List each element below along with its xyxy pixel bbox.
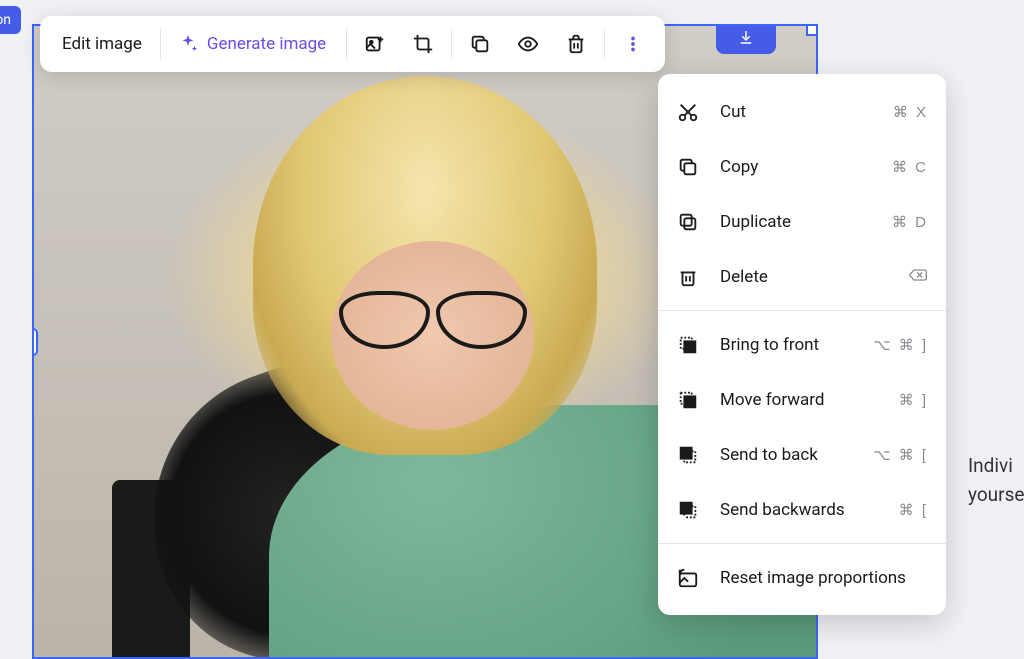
image-add-button[interactable] [353, 22, 397, 66]
send-backwards-icon [676, 498, 700, 522]
copy-icon [676, 155, 700, 179]
menu-copy[interactable]: Copy ⌘ C [658, 139, 946, 194]
menu-label: Copy [720, 157, 872, 177]
generate-image-button[interactable]: Generate image [167, 33, 340, 55]
menu-label: Send backwards [720, 500, 879, 520]
delete-button[interactable] [554, 22, 598, 66]
align-button[interactable] [716, 24, 776, 54]
menu-delete[interactable]: Delete [658, 249, 946, 304]
visibility-button[interactable] [506, 22, 550, 66]
menu-bring-to-front[interactable]: Bring to front ⌥ ⌘ ] [658, 317, 946, 372]
menu-shortcut: ⌘ D [892, 213, 928, 231]
background-text-line: yourself. [968, 481, 1024, 510]
menu-send-backwards[interactable]: Send backwards ⌘ [ [658, 482, 946, 537]
menu-label: Duplicate [720, 212, 872, 232]
edit-image-button[interactable]: Edit image [50, 34, 154, 54]
context-menu: Cut ⌘ X Copy ⌘ C Duplicate ⌘ D [658, 74, 946, 615]
resize-handle-left[interactable] [32, 328, 38, 356]
toolbar-divider [451, 29, 452, 59]
menu-move-forward[interactable]: Move forward ⌘ ] [658, 372, 946, 427]
generate-image-label: Generate image [207, 34, 326, 54]
background-text-line: Indivi [968, 452, 1024, 481]
toolbar-divider [604, 29, 605, 59]
reset-icon [676, 566, 700, 590]
section-button[interactable]: ction [0, 6, 21, 34]
menu-shortcut: ⌘ X [893, 103, 928, 121]
menu-cut[interactable]: Cut ⌘ X [658, 84, 946, 139]
send-back-icon [676, 443, 700, 467]
menu-label: Move forward [720, 390, 879, 410]
duplicate-icon [676, 210, 700, 234]
background-text: Indivi yourself. [968, 452, 1024, 509]
crop-button[interactable] [401, 22, 445, 66]
menu-label: Bring to front [720, 335, 853, 355]
move-forward-icon [676, 388, 700, 412]
image-toolbar: Edit image Generate image [40, 16, 665, 72]
toolbar-divider [346, 29, 347, 59]
bring-front-icon [676, 333, 700, 357]
menu-shortcut [908, 268, 928, 286]
menu-label: Cut [720, 102, 873, 122]
menu-reset-proportions[interactable]: Reset image proportions [658, 550, 946, 605]
menu-label: Delete [720, 267, 888, 287]
menu-shortcut: ⌥ ⌘ [ [873, 446, 928, 464]
menu-divider [658, 543, 946, 544]
menu-shortcut: ⌘ C [892, 158, 928, 176]
menu-shortcut: ⌘ ] [899, 391, 928, 409]
toolbar-divider [160, 29, 161, 59]
menu-divider [658, 310, 946, 311]
menu-shortcut: ⌥ ⌘ ] [873, 336, 928, 354]
resize-handle-top-right[interactable] [806, 24, 818, 36]
menu-label: Reset image proportions [720, 568, 928, 588]
copy-button[interactable] [458, 22, 502, 66]
menu-duplicate[interactable]: Duplicate ⌘ D [658, 194, 946, 249]
sparkle-icon [177, 33, 199, 55]
menu-send-to-back[interactable]: Send to back ⌥ ⌘ [ [658, 427, 946, 482]
more-options-button[interactable] [611, 22, 655, 66]
trash-icon [676, 265, 700, 289]
menu-shortcut: ⌘ [ [899, 501, 928, 519]
menu-label: Send to back [720, 445, 853, 465]
cut-icon [676, 100, 700, 124]
